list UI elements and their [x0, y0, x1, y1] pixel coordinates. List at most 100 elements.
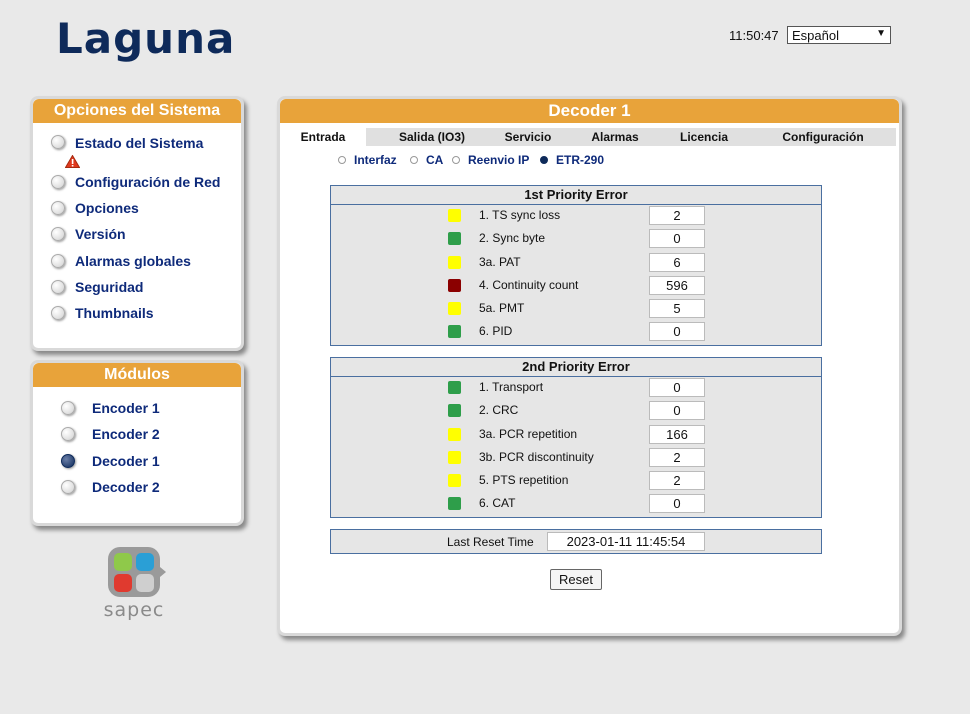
error-count: 6: [649, 252, 705, 272]
status-led-red: [448, 278, 461, 292]
sidebar-item-seguridad[interactable]: Seguridad: [51, 280, 143, 295]
error-label: 3a. PAT: [479, 254, 521, 269]
radio-icon[interactable]: [338, 156, 346, 164]
error-row: 3b. PCR discontinuity 2: [331, 447, 821, 470]
error-label: 5. PTS repetition: [479, 473, 569, 488]
tab-servicio[interactable]: Servicio: [488, 128, 568, 146]
tab-salida-io3-[interactable]: Salida (IO3): [388, 128, 476, 146]
error-label: 3a. PCR repetition: [479, 426, 578, 441]
reset-button[interactable]: Reset: [550, 569, 602, 590]
error-count: 2: [649, 206, 705, 225]
status-led-green: [448, 497, 461, 511]
module-item-encoder-2[interactable]: Encoder 2: [61, 427, 160, 442]
radio-icon[interactable]: [452, 156, 460, 164]
error-count: 596: [649, 275, 705, 295]
error-count: 0: [649, 401, 705, 421]
module-item-label: Decoder 1: [92, 453, 160, 469]
error-row: 1. TS sync loss 2: [331, 205, 821, 228]
last-reset-label: Last Reset Time: [447, 535, 534, 549]
sidebar-item-label: Opciones: [75, 200, 139, 216]
radio-icon[interactable]: [51, 201, 65, 215]
subtab-label: Reenvio IP: [468, 153, 530, 167]
radio-icon[interactable]: [51, 254, 65, 268]
language-select[interactable]: Español ▼: [787, 26, 891, 44]
radio-icon[interactable]: [51, 175, 65, 189]
sidebar-item-opciones[interactable]: Opciones: [51, 201, 139, 216]
radio-icon[interactable]: [61, 427, 75, 441]
sidebar-item-label: Estado del Sistema: [75, 135, 204, 151]
status-led-yellow: [448, 427, 461, 441]
error-row: 6. PID 0: [331, 321, 821, 344]
error-label: 1. TS sync loss: [479, 208, 561, 222]
error-count: 2: [649, 447, 705, 467]
radio-icon[interactable]: [61, 480, 75, 494]
radio-icon[interactable]: [51, 306, 65, 320]
tab-entrada[interactable]: Entrada: [280, 128, 366, 146]
subtab-label: Interfaz: [354, 153, 397, 167]
radio-icon[interactable]: [540, 156, 548, 164]
module-item-label: Decoder 2: [92, 479, 160, 495]
error-row: 5a. PMT 5: [331, 298, 821, 321]
language-value: Español: [792, 28, 839, 43]
module-item-encoder-1[interactable]: Encoder 1: [61, 401, 160, 416]
modules-title: Módulos: [33, 363, 241, 387]
status-led-green: [448, 381, 461, 394]
radio-icon[interactable]: [410, 156, 418, 164]
sidebar-item-label: Seguridad: [75, 279, 144, 295]
sidebar-item-configuración-de-red[interactable]: Configuración de Red: [51, 175, 220, 190]
error-label: 6. PID: [479, 324, 513, 339]
clock: 11:50:47: [729, 28, 779, 43]
radio-icon[interactable]: [61, 454, 75, 468]
subtab-reenvio-ip[interactable]: Reenvio IP: [452, 153, 529, 167]
radio-icon[interactable]: [51, 280, 65, 294]
subtab-ca[interactable]: CA: [410, 153, 443, 167]
modules-panel: Módulos Encoder 1 Encoder 2 Decoder 1 Decod…: [30, 360, 244, 526]
error-row: 4. Continuity count 596: [331, 275, 821, 298]
error-count: 2: [649, 471, 705, 491]
error-count: 166: [649, 424, 705, 444]
sidebar-item-versión[interactable]: Versión: [51, 227, 126, 242]
error-label: 4. Continuity count: [479, 277, 579, 292]
status-led-yellow: [448, 302, 461, 316]
sapec-logo-icon: [108, 547, 166, 597]
sidebar-item-thumbnails[interactable]: Thumbnails: [51, 306, 154, 321]
status-led-green: [448, 232, 461, 246]
error-count: 0: [649, 229, 705, 249]
module-item-decoder-2[interactable]: Decoder 2: [61, 480, 160, 495]
sapec-logo: sapec: [98, 545, 170, 625]
error-row: 3a. PCR repetition 166: [331, 424, 821, 447]
error-count: 5: [649, 299, 705, 319]
tab-licencia[interactable]: Licencia: [662, 128, 746, 146]
error-row: 2. CRC 0: [331, 400, 821, 423]
sidebar-item-alarmas-globales[interactable]: Alarmas globales: [51, 254, 191, 269]
subtab-interfaz[interactable]: Interfaz: [338, 153, 397, 167]
system-options-title: Opciones del Sistema: [33, 99, 241, 123]
error-row: 3a. PAT 6: [331, 252, 821, 275]
status-led-green: [448, 404, 461, 418]
error-row: 1. Transport 0: [331, 377, 821, 400]
tab-alarmas[interactable]: Alarmas: [575, 128, 655, 146]
status-led-yellow: [448, 255, 461, 269]
tab-configuraci-n[interactable]: Configuración: [750, 128, 896, 146]
chevron-down-icon: ▼: [876, 28, 886, 39]
second-priority-box: 2nd Priority Error 1. Transport 0 2. CRC 0 3…: [330, 357, 822, 518]
module-item-decoder-1[interactable]: Decoder 1: [61, 454, 160, 469]
subtab-etr-290[interactable]: ETR-290: [540, 153, 604, 167]
radio-icon[interactable]: [51, 135, 65, 149]
sidebar-item-estado-del-sistema[interactable]: Estado del Sistema: [51, 135, 203, 173]
error-label: 3b. PCR discontinuity: [479, 449, 594, 464]
error-count: 0: [649, 322, 705, 342]
sapec-wordmark: sapec: [103, 599, 165, 621]
subtab-label: ETR-290: [556, 153, 605, 167]
last-reset-box: Last Reset Time 2023-01-11 11:45:54: [330, 529, 822, 554]
radio-icon[interactable]: [61, 401, 75, 415]
last-reset-value: 2023-01-11 11:45:54: [547, 532, 705, 551]
first-priority-title: 1st Priority Error: [331, 186, 821, 205]
error-count: 0: [649, 494, 705, 514]
error-count: 0: [649, 378, 705, 397]
module-item-label: Encoder 2: [92, 426, 160, 442]
sidebar-item-label: Alarmas globales: [75, 253, 191, 269]
radio-icon[interactable]: [51, 227, 65, 241]
error-row: 2. Sync byte 0: [331, 228, 821, 251]
status-led-green: [448, 325, 461, 339]
